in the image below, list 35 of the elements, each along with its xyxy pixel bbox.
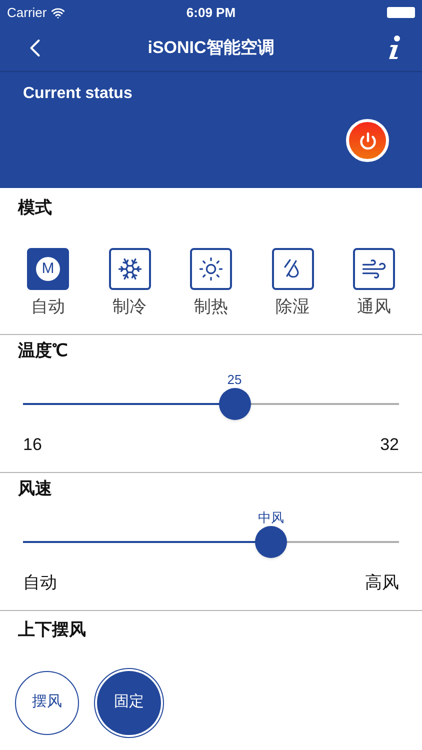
slider-min-label: 自动 [23,572,57,594]
mode-option[interactable]: 制热 [188,248,234,319]
mode-label: 除湿 [276,296,310,318]
slider-max-label: 32 [380,434,399,456]
slider-min-label: 16 [23,434,42,456]
mode-label: 通风 [357,296,391,318]
mode-label: 制冷 [112,296,146,318]
section-title: 上下摆风 [18,619,87,641]
carrier-label: Carrier [7,4,47,22]
snowflake-icon [116,256,142,282]
mode-option[interactable]: 制冷 [106,248,152,319]
slider-value: 25 [227,371,242,389]
mode-label: 自动 [31,296,65,318]
section-title: 模式 [18,197,53,219]
slider-thumb[interactable] [218,388,250,420]
swing-option[interactable]: 固定 [97,670,161,734]
section-title: 风速 [18,478,53,500]
slider-value: 中风 [258,509,284,527]
sun-icon [198,256,224,282]
clock-time: 6:09 PM [186,4,236,22]
status-title: Current status [23,85,132,102]
mode-option[interactable]: 通风 [351,248,397,319]
battery-icon [387,7,415,18]
wifi-icon [50,6,65,20]
section-title: 温度℃ [18,340,69,362]
slider-thumb[interactable] [255,526,288,558]
mode-option[interactable]: 除湿 [270,248,316,319]
nav-title: iSONIC智能空调 [148,37,274,60]
power-button[interactable] [346,119,389,162]
mode-option[interactable]: M 自动 [25,248,71,319]
power-icon [358,132,376,150]
swing-option[interactable]: 摆风 [15,670,79,734]
mode-label: 制热 [194,296,228,318]
slider-max-label: 高风 [365,572,399,594]
info-icon[interactable] [388,35,402,61]
